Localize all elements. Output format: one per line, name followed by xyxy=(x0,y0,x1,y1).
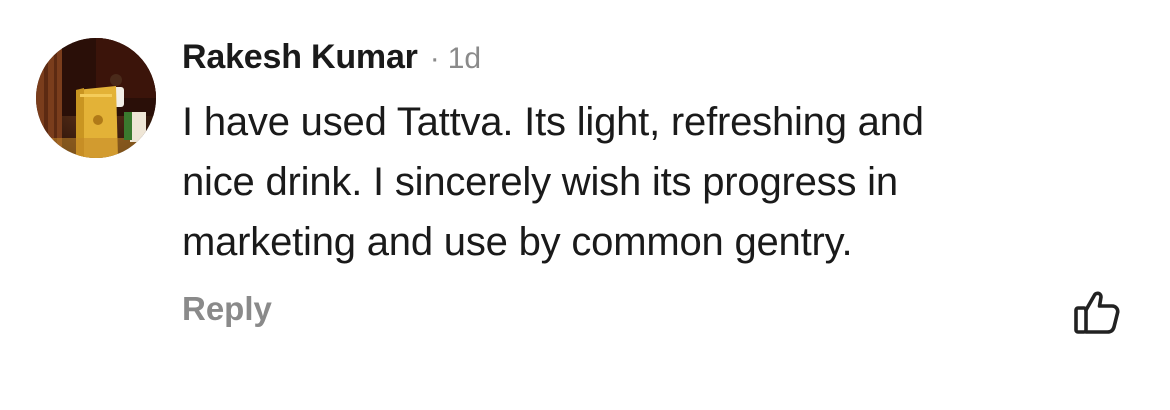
avatar[interactable] xyxy=(36,38,156,158)
comment-text-line: marketing and use by common gentry. xyxy=(182,220,853,264)
reply-button[interactable]: Reply xyxy=(182,290,272,328)
author-name[interactable]: Rakesh Kumar xyxy=(182,38,418,77)
comment-text: I have used Tattva. Its light, refreshin… xyxy=(182,92,1082,272)
thumbs-up-icon xyxy=(1074,291,1120,334)
header-separator: · xyxy=(429,42,440,75)
comment-text-line: nice drink. I sincerely wish its progres… xyxy=(182,160,898,204)
comment-item: Rakesh Kumar · 1d I have used Tattva. It… xyxy=(0,0,1170,410)
comment-text-line: I have used Tattva. Its light, refreshin… xyxy=(182,100,924,144)
timestamp: 1d xyxy=(447,42,482,75)
like-button[interactable] xyxy=(1070,284,1124,338)
avatar-photo xyxy=(36,38,156,158)
comment-header: Rakesh Kumar · 1d xyxy=(182,38,481,84)
